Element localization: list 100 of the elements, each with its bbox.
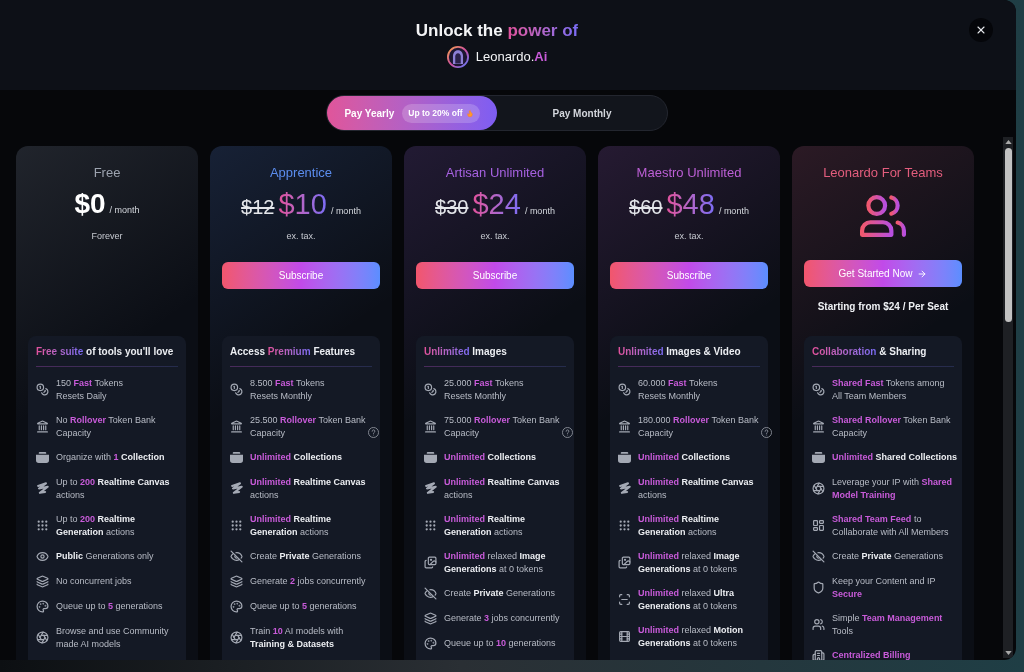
get-started-button[interactable]: Get Started Now [804, 260, 962, 287]
price-period: / month [524, 205, 555, 218]
plan-title: Apprentice [269, 165, 333, 181]
pot-icon [618, 451, 631, 464]
feature-text: Unlimited Realtime Generation actions [638, 513, 720, 538]
subscribe-button[interactable]: Subscribe [222, 262, 380, 289]
aperture-icon [230, 631, 243, 644]
triangle-down-icon[interactable] [1004, 651, 1012, 655]
feature-text: Unlimited Collections [250, 451, 343, 464]
eye-slash-icon [812, 550, 825, 563]
images-icon [424, 556, 437, 569]
coins-icon [230, 383, 243, 396]
feature-text: Up to 200 Realtime Canvas actions [56, 476, 170, 501]
feature-text: Queue up to 5 generations [56, 600, 163, 613]
feature-text: Unlimited Realtime Canvas actions [444, 476, 560, 501]
feature-text: 180.000 Rollover Token Bank Capacity [638, 414, 759, 439]
bank-icon [812, 420, 825, 433]
feature-text: Browse and use Community made AI models [56, 625, 169, 650]
pot-icon [36, 451, 49, 464]
discount-text: Up to 20% off [408, 106, 463, 120]
bank-icon [618, 420, 631, 433]
billing-tab[interactable]: Pay Yearly Up to 20% off [327, 96, 497, 130]
dot-grid-icon [36, 519, 49, 532]
pot-icon [812, 451, 825, 464]
scan-frame-icon [618, 593, 631, 606]
layers-icon [36, 575, 49, 588]
scrollbar-thumb[interactable] [1004, 148, 1012, 322]
billing-tab[interactable]: Pay Monthly [497, 96, 667, 130]
feature-text: 150 Fast Tokens Resets Daily [56, 377, 123, 402]
price-note: Forever [91, 230, 123, 242]
bank-icon [36, 420, 49, 433]
shield-icon [812, 581, 825, 594]
features-heading: Free suite of tools you'll love [36, 345, 174, 359]
coins-icon [36, 383, 49, 396]
plan-title: Free [93, 165, 121, 181]
feature-text: 8.500 Fast Tokens Resets Monthly [250, 377, 325, 402]
feature-text: 75.000 Rollover Token Bank Capacity [444, 414, 560, 439]
feature-text: No concurrent jobs [56, 575, 132, 588]
features-heading: Unlimited Images [424, 345, 507, 359]
subscribe-button[interactable]: Subscribe [610, 262, 768, 289]
feature-text: Keep your Content and IP Secure [832, 575, 936, 600]
price-period: / month [109, 204, 140, 217]
scribble-icon [424, 482, 437, 495]
price-period: / month [330, 205, 361, 218]
features-heading: Collaboration & Sharing [812, 345, 927, 359]
features-heading: Access Premium Features [230, 345, 356, 359]
subscribe-button[interactable]: Subscribe [416, 262, 574, 289]
price-note: ex. tax. [674, 230, 704, 242]
feature-text: Unlimited Realtime Canvas actions [250, 476, 366, 501]
scribble-icon [230, 482, 243, 495]
old-price: $12 [241, 195, 275, 220]
people-icon [860, 195, 906, 237]
feature-text: Generate 3 jobs concurrently [444, 612, 560, 625]
pot-icon [424, 451, 437, 464]
feature-text: Shared Fast Tokens among All Team Members [832, 377, 945, 402]
scribble-icon [618, 482, 631, 495]
help-icon[interactable] [761, 427, 773, 438]
feature-text: Unlimited Realtime Canvas actions [638, 476, 754, 501]
feature-text: Organize with 1 Collection [56, 451, 165, 464]
feature-text: Unlimited Realtime Generation actions [444, 513, 526, 538]
film-icon [618, 630, 631, 643]
coins-icon [812, 383, 825, 396]
eye-slash-icon [424, 587, 437, 600]
aperture-icon [812, 482, 825, 495]
palette-icon [230, 600, 243, 613]
price: $48 [666, 189, 715, 219]
triangle-up-icon[interactable] [1004, 140, 1012, 144]
images-icon [618, 556, 631, 569]
plan-title: Maestro Unlimited [636, 165, 742, 181]
scribble-icon [36, 482, 49, 495]
price: $24 [472, 189, 521, 219]
feature-text: Shared Team Feed to Collaborate with All Members [832, 513, 949, 538]
feature-text: Unlimited relaxed Ultra Generations at 0 tokens [638, 587, 738, 612]
pot-icon [230, 451, 243, 464]
price-note: ex. tax. [286, 230, 316, 242]
feature-text: Unlimited relaxed Image Generations at 0 tokens [638, 550, 740, 575]
plan-title: Artisan Unlimited [445, 165, 545, 181]
help-icon[interactable] [368, 427, 380, 438]
feature-text: No Rollover Token Bank Capacity [56, 414, 156, 439]
close-button[interactable] [969, 18, 993, 42]
feature-text: 60.000 Fast Tokens Resets Monthly [638, 377, 718, 402]
feature-text: Create Private Generations [444, 587, 556, 600]
price-note: ex. tax. [480, 230, 510, 242]
feature-text: Train 10 AI models with Training & Datasets [250, 625, 344, 650]
feature-text: Unlimited Collections [444, 451, 537, 464]
modal-title: Unlock the power of [415, 20, 579, 42]
coins-icon [618, 383, 631, 396]
building-icon [812, 649, 825, 660]
feature-text: Simple Team Management Tools [832, 612, 943, 637]
people-icon [812, 618, 825, 631]
help-icon[interactable] [562, 427, 574, 438]
brand-name: Leonardo.Ai [475, 48, 548, 66]
coins-icon [424, 383, 437, 396]
feature-text: 25.000 Fast Tokens Resets Monthly [444, 377, 524, 402]
feature-text: Public Generations only [56, 550, 154, 563]
price: $0 [74, 189, 106, 219]
aperture-icon [36, 631, 49, 644]
old-price: $60 [629, 195, 663, 220]
feature-text: Unlimited Realtime Generation actions [250, 513, 332, 538]
close-icon [975, 24, 987, 36]
